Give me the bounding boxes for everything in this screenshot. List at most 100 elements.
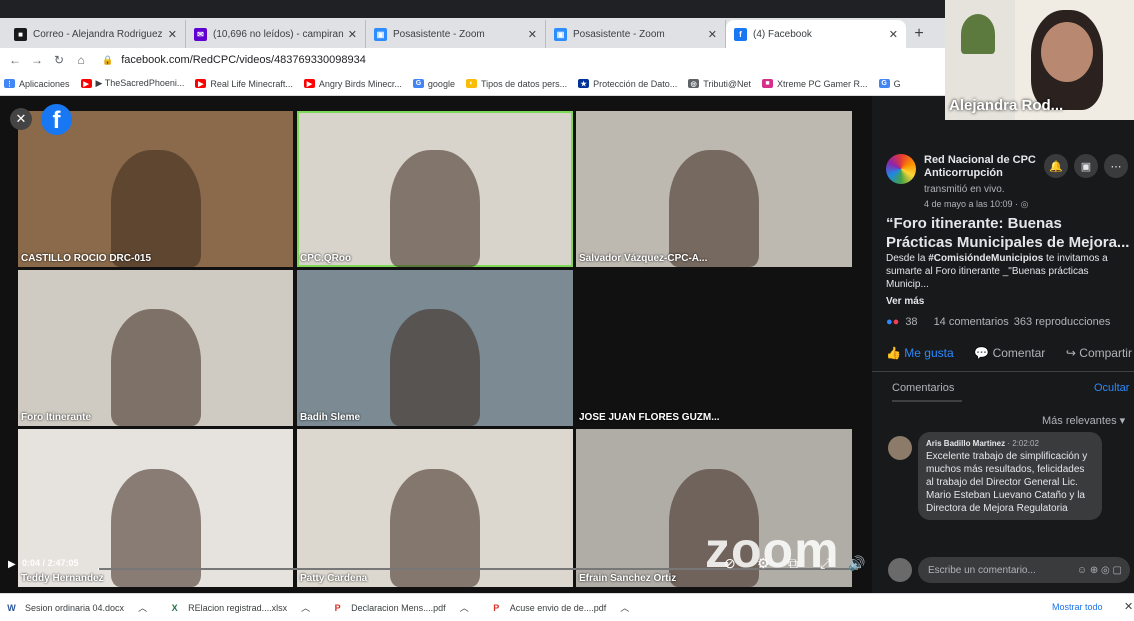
chevron-up-icon[interactable]: ︿	[620, 601, 629, 614]
hashtag-link[interactable]: #ComisióndeMunicipios	[928, 253, 1043, 264]
like-button[interactable]: 👍 Me gusta	[886, 346, 954, 360]
webcam-overlay: Alejandra Rod...	[945, 0, 1134, 120]
download-item[interactable]: X RElacion registrad....xlsx ︿	[169, 601, 311, 614]
participant-name: JOSE JUAN FLORES GUZM...	[579, 412, 720, 423]
bookmark-icon: ▶	[195, 79, 207, 88]
show-all-button[interactable]: Mostrar todo	[1052, 602, 1103, 612]
more-icon[interactable]: ⋯	[1104, 154, 1128, 178]
participant-image	[390, 150, 480, 267]
download-item[interactable]: W Sesion ordinaria 04.docx ︿	[6, 601, 147, 614]
chevron-up-icon[interactable]: ︿	[460, 601, 469, 614]
emoji-icon[interactable]: ☺ ⊕ ◎ ▢	[1077, 565, 1122, 576]
avatar[interactable]	[888, 436, 912, 460]
share-button[interactable]: ↪ Compartir	[1066, 346, 1132, 360]
facebook-logo[interactable]: f	[41, 104, 72, 135]
settings-icon[interactable]: ⚙	[757, 555, 770, 572]
comment-input[interactable]: Escribe un comentario... ☺ ⊕ ◎ ▢	[918, 557, 1130, 583]
close-tab-icon[interactable]: ✕	[168, 28, 177, 41]
bookmark-item[interactable]: ★ Protección de Dato...	[578, 79, 677, 89]
forward-icon[interactable]: →	[28, 53, 46, 67]
tab-0[interactable]: ■ Correo - Alejandra Rodriguez Ca ✕	[6, 20, 186, 48]
tab-title: Posasistente - Zoom	[573, 28, 665, 40]
participant-name: Salvador Vázquez-CPC-A...	[579, 253, 708, 264]
tab-title: (10,696 no leídos) - campiran@y	[213, 28, 344, 40]
progress-bar[interactable]	[98, 568, 858, 570]
bookmark-item[interactable]: ◐ Tipos de datos pers...	[465, 79, 567, 89]
back-icon[interactable]: ←	[6, 53, 24, 67]
close-tab-icon[interactable]: ✕	[528, 28, 537, 41]
page-name-2[interactable]: Anticorrupción	[924, 167, 1036, 180]
volume-icon[interactable]: 🔊	[848, 555, 865, 572]
download-item[interactable]: P Acuse envio de de....pdf ︿	[491, 601, 629, 614]
comment-author[interactable]: Aris Badillo Martinez	[926, 439, 1005, 448]
comment-placeholder: Escribe un comentario...	[928, 564, 1036, 576]
sort-dropdown[interactable]: Más relevantes ▾	[1042, 414, 1125, 427]
tab-underline	[892, 400, 962, 402]
bookmark-item[interactable]: ▶ ▶ TheSacredPhoeni...	[80, 78, 184, 89]
participant-image	[110, 150, 201, 267]
bookmark-item[interactable]: ⋮ Aplicaciones	[4, 79, 70, 89]
participant-image	[669, 150, 759, 267]
play-icon[interactable]: ▶	[8, 559, 16, 570]
comment-bubble: Aris Badillo Martinez · 2:02:02 Excelent…	[918, 432, 1102, 520]
captions-icon[interactable]: ⊘	[724, 555, 736, 572]
file-icon: P	[334, 602, 341, 613]
participant-name: Badih Sleme	[300, 412, 361, 423]
plant-image	[961, 14, 995, 54]
download-filename: Acuse envio de de....pdf	[509, 602, 607, 613]
love-reaction-icon: ●	[892, 316, 900, 328]
see-more-link[interactable]: Ver más	[886, 296, 924, 307]
bookmark-item[interactable]: ◎ Tributi@Net	[688, 79, 751, 89]
chevron-up-icon[interactable]: ︿	[138, 601, 147, 614]
post-date[interactable]: 4 de mayo a las 10:09 ·	[924, 199, 1021, 209]
bookmark-label: google	[427, 78, 455, 89]
page-avatar[interactable]	[886, 154, 916, 184]
url-field[interactable]: 🔒 facebook.com/RedCPC/videos/48376933009…	[102, 54, 366, 66]
participant-image	[390, 309, 480, 426]
fullscreen-icon[interactable]: ⤢	[820, 555, 831, 572]
bookmark-label: Aplicaciones	[19, 78, 70, 89]
reaction-count[interactable]: 38	[905, 316, 917, 328]
participant-name: Foro Itinerante	[21, 412, 92, 423]
hide-comments-link[interactable]: Ocultar	[1094, 382, 1129, 394]
chevron-up-icon[interactable]: ︿	[301, 601, 310, 614]
tab-comments[interactable]: Comentarios	[892, 382, 954, 394]
save-icon[interactable]: ▣	[1074, 154, 1098, 178]
bookmark-item[interactable]: ■ Xtreme PC Gamer R...	[762, 79, 868, 89]
bookmark-item[interactable]: ▶ Real Life Minecraft...	[195, 79, 293, 89]
tab-1[interactable]: ✉ (10,696 no leídos) - campiran@y ✕	[186, 20, 366, 48]
bookmark-item[interactable]: Ggoogle	[412, 78, 455, 89]
close-icon[interactable]: ✕	[10, 108, 32, 130]
new-tab-button[interactable]: +	[906, 20, 932, 48]
close-tab-icon[interactable]: ✕	[889, 28, 898, 41]
bookmark-item[interactable]: GG	[878, 79, 901, 89]
post-description: Desde la #ComisióndeMunicipios te invita…	[886, 252, 1132, 291]
tab-title: Correo - Alejandra Rodriguez Ca	[33, 28, 164, 40]
bell-icon[interactable]: 🔔	[1044, 154, 1068, 178]
tab-3[interactable]: ▣ Posasistente - Zoom ✕	[546, 20, 726, 48]
favicon-icon: ■	[14, 27, 27, 41]
tab-title: Posasistente - Zoom	[393, 28, 485, 40]
comment-button[interactable]: 💬 Comentar	[974, 346, 1045, 360]
download-item[interactable]: P Declaracion Mens....pdf ︿	[332, 601, 469, 614]
miniplayer-icon[interactable]: ⧉	[788, 555, 798, 572]
bookmarks-bar: ⋮ Aplicaciones ▶ ▶ TheSacredPhoeni... ▶ Real …	[0, 72, 945, 96]
close-downloads-icon[interactable]: ✕	[1124, 600, 1133, 613]
home-icon[interactable]: ⌂	[72, 53, 90, 67]
comment-time[interactable]: · 2:02:02	[1007, 439, 1039, 448]
comment-count[interactable]: 14 comentarios	[934, 316, 1009, 328]
page-name[interactable]: Red Nacional de CPC	[924, 154, 1036, 167]
reload-icon[interactable]: ↻	[50, 53, 68, 67]
download-filename: Declaracion Mens....pdf	[351, 602, 446, 613]
bookmark-icon: ★	[578, 79, 590, 88]
bookmark-icon: G	[878, 79, 890, 88]
tab-4[interactable]: f (4) Facebook ✕	[726, 20, 906, 48]
participant-image	[110, 309, 201, 426]
bookmark-icon: G	[412, 79, 424, 88]
tab-2[interactable]: ▣ Posasistente - Zoom ✕	[366, 20, 546, 48]
video-player[interactable]: CASTILLO ROCIO DRC-015 CPC.QRoo Salvador V…	[0, 96, 872, 593]
bookmark-item[interactable]: ▶ Angry Birds Minecr...	[303, 79, 402, 89]
desc-pre: Desde la	[886, 253, 929, 264]
close-tab-icon[interactable]: ✕	[348, 28, 357, 41]
close-tab-icon[interactable]: ✕	[708, 28, 717, 41]
